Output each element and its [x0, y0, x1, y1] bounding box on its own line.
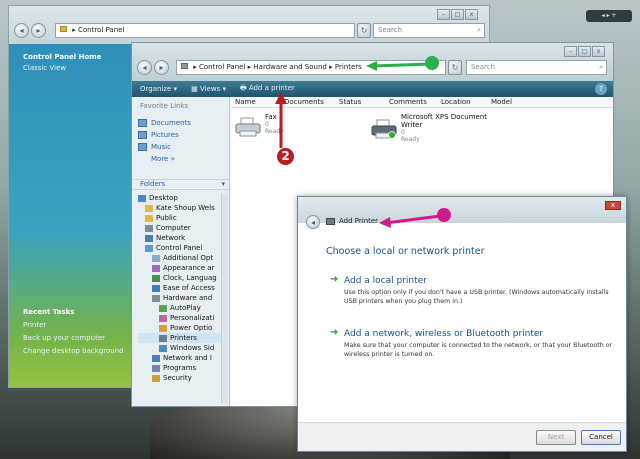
- annotation-arrowhead-magenta: [379, 217, 391, 228]
- step-number-badge: 2: [276, 147, 295, 166]
- annotation-dot-green: [425, 56, 439, 70]
- annotation-dot-magenta: [437, 208, 451, 222]
- annotation-arrow-green: [371, 62, 431, 68]
- annotation-arrow-magenta: [385, 214, 441, 225]
- annotation-layer: [275, 56, 451, 228]
- annotation-arrowhead-red: [275, 92, 287, 104]
- annotation-arrowhead-green: [366, 61, 377, 71]
